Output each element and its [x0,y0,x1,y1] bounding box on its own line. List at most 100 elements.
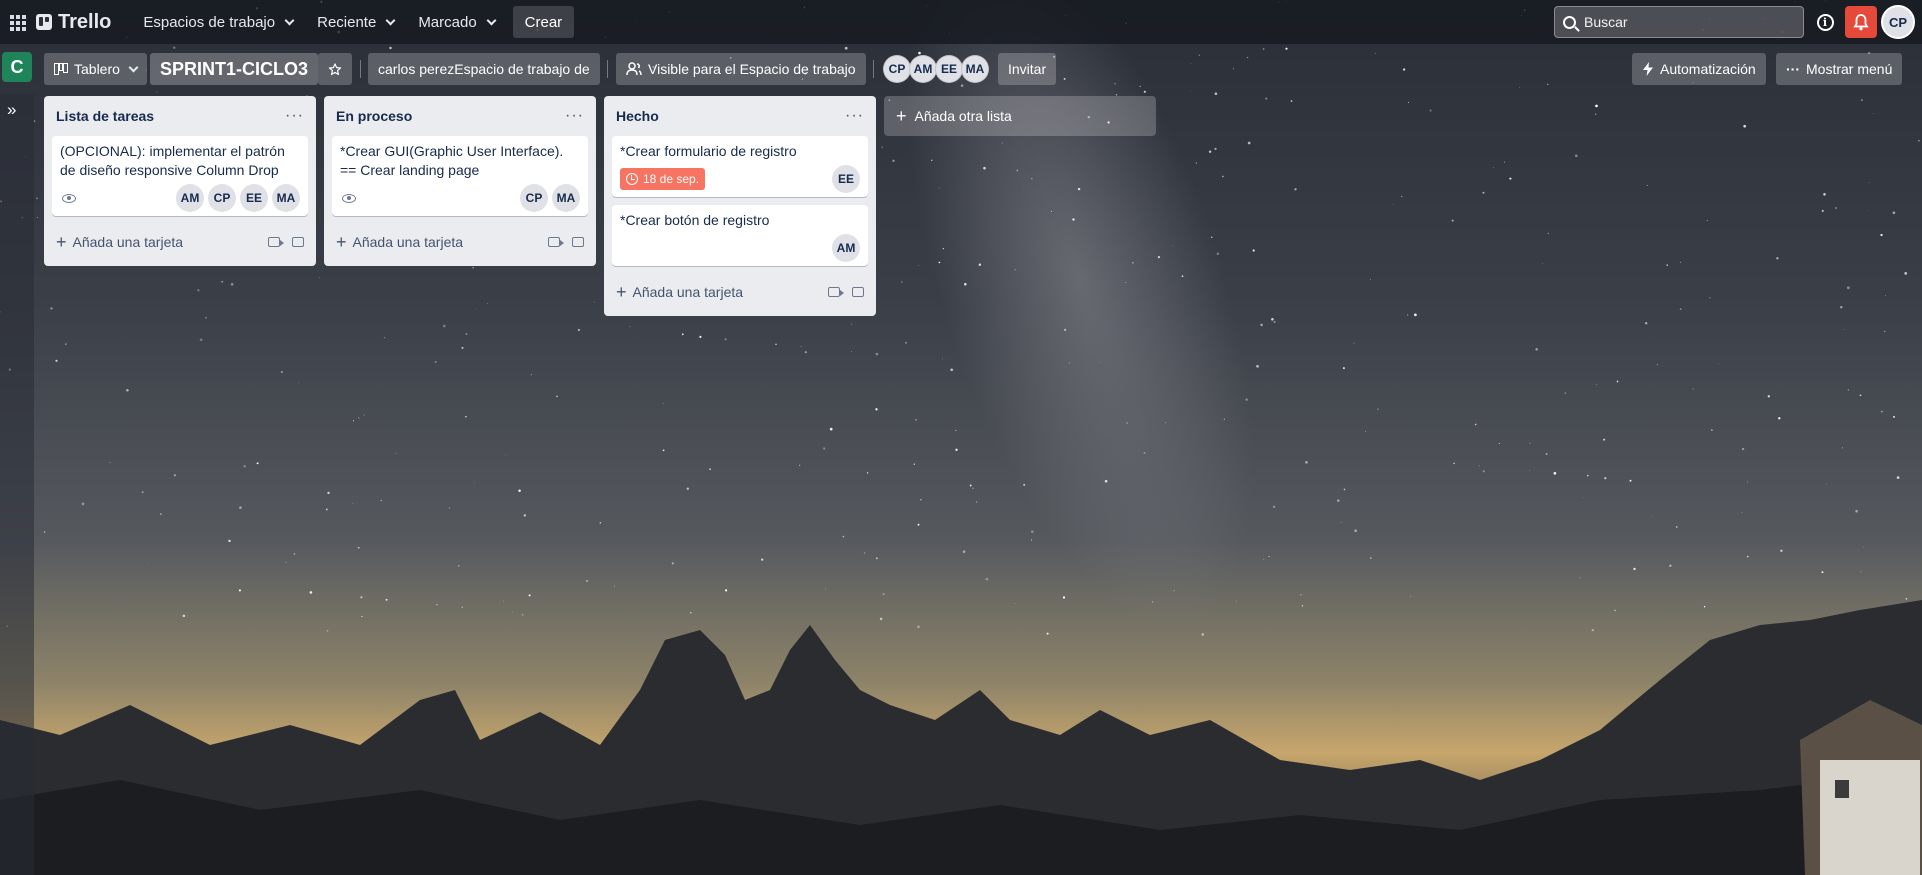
invite-button[interactable]: Invitar [998,53,1057,85]
add-card-row: + Añada una tarjeta [52,224,308,260]
board-view-label: Tablero [74,61,120,77]
card-template-icon[interactable] [852,287,864,297]
search-input[interactable] [1584,14,1784,30]
card-member-avatar[interactable]: MA [552,184,580,212]
clock-icon [626,173,638,185]
divider [360,60,361,78]
create-button[interactable]: Crear [512,6,575,38]
card-member-avatar[interactable]: CP [520,184,548,212]
video-record-icon[interactable] [828,287,844,297]
board-header: C Tablero SPRINT1-CICLO3 carlos perezEsp… [0,44,1922,94]
card-member-avatar[interactable]: CP [208,184,236,212]
plus-icon: + [56,231,67,252]
list-title[interactable]: Hecho [616,108,659,124]
board-view-icon [54,63,68,75]
board-view-switcher[interactable]: Tablero [44,53,147,85]
nav-workspaces-label: Espacios de trabajo [143,13,276,31]
card-title: (OPCIONAL): implementar el patrón de dis… [60,143,285,178]
card[interactable]: *Crear GUI(Graphic User Interface). == C… [332,136,588,216]
list-lista-de-tareas[interactable]: Lista de tareas ··· (OPCIONAL): implemen… [44,96,316,266]
info-icon: i [1816,13,1834,31]
nav-starred-label: Marcado [418,13,477,31]
add-card-button[interactable]: Añada una tarjeta [73,234,256,250]
logo-text: Trello [58,10,112,33]
card-member-avatar[interactable]: EE [832,165,860,193]
lightning-icon [1643,62,1653,76]
card[interactable]: *Crear botón de registro AM [612,205,868,266]
nav-starred-button[interactable]: Marcado [406,6,506,38]
due-date-label: 18 de sep. [643,172,700,186]
trello-logo[interactable]: Trello [36,11,111,34]
search-box[interactable] [1554,6,1804,38]
card-member-avatar[interactable]: AM [832,234,860,262]
expand-sidebar-icon[interactable]: » [7,100,16,120]
list-hecho[interactable]: Hecho ··· *Crear formulario de registro … [604,96,876,316]
chevron-down-icon [128,62,139,72]
people-icon [626,62,642,76]
card[interactable]: (OPCIONAL): implementar el patrón de dis… [52,136,308,216]
board-member-avatar[interactable]: MA [961,55,989,83]
card-member-avatar[interactable]: EE [240,184,268,212]
video-record-icon[interactable] [268,237,284,247]
board-member-avatar[interactable]: AM [909,55,937,83]
star-icon [328,62,342,75]
visibility-label: Visible para el Espacio de trabajo [648,61,856,77]
list-title[interactable]: Lista de tareas [56,108,154,124]
watching-eye-icon [342,193,356,203]
list-actions-icon[interactable]: ··· [285,107,304,125]
plus-icon: + [336,231,347,252]
information-button[interactable]: i [1812,9,1838,35]
card-template-icon[interactable] [292,237,304,247]
board-title[interactable]: SPRINT1-CICLO3 [150,53,319,85]
watching-eye-icon [62,193,76,203]
show-menu-button[interactable]: ··· Mostrar menú [1776,53,1903,85]
trello-board-icon [36,14,52,30]
star-board-button[interactable] [318,53,352,85]
card[interactable]: *Crear formulario de registro 18 de sep.… [612,136,868,197]
automation-label: Automatización [1660,61,1756,77]
user-avatar[interactable]: CP [1881,5,1915,39]
show-menu-label: Mostrar menú [1806,61,1893,77]
more-dots-icon: ··· [1786,61,1800,77]
board-member-avatar[interactable]: EE [935,55,963,83]
chevron-down-icon [385,15,396,25]
automation-button[interactable]: Automatización [1632,53,1766,85]
video-record-icon[interactable] [548,237,564,247]
bell-icon [1853,13,1869,30]
nav-recent-button[interactable]: Reciente [305,6,406,38]
divider [607,60,608,78]
list-title[interactable]: En proceso [336,108,412,124]
search-icon [1563,15,1576,29]
card-title: *Crear botón de registro [620,212,770,228]
card-title: *Crear formulario de registro [620,143,797,159]
card-title: *Crear GUI(Graphic User Interface). == C… [340,143,564,178]
plus-icon: + [616,281,627,302]
board-member-avatar[interactable]: CP [883,55,911,83]
card-member-avatar[interactable]: AM [176,184,204,212]
add-card-button[interactable]: Añada una tarjeta [353,234,536,250]
due-date-badge[interactable]: 18 de sep. [620,168,706,190]
divider [873,60,874,78]
app-switcher-icon[interactable] [6,11,28,33]
notifications-button[interactable] [1845,6,1877,38]
chevron-down-icon [486,15,497,25]
list-actions-icon[interactable]: ··· [845,107,864,125]
nav-workspaces-button[interactable]: Espacios de trabajo [131,6,305,38]
add-list-label: Añada otra lista [914,108,1012,124]
plus-icon: + [896,105,907,126]
top-navigation-bar: Trello Espacios de trabajo Reciente Marc… [0,0,1922,44]
visibility-button[interactable]: Visible para el Espacio de trabajo [616,53,866,85]
add-card-row: + Añada una tarjeta [332,224,588,260]
chevron-down-icon [284,15,295,25]
card-member-avatar[interactable]: MA [272,184,300,212]
list-actions-icon[interactable]: ··· [565,107,584,125]
add-list-button[interactable]: + Añada otra lista [884,96,1156,136]
list-en-proceso[interactable]: En proceso ··· *Crear GUI(Graphic User I… [324,96,596,266]
card-template-icon[interactable] [572,237,584,247]
add-card-button[interactable]: Añada una tarjeta [633,284,816,300]
nav-recent-label: Reciente [317,13,377,31]
collapsed-sidebar: » [0,94,34,875]
workspace-badge[interactable]: C [2,52,32,82]
workspace-button[interactable]: carlos perezEspacio de trabajo de [368,53,600,85]
add-card-row: + Añada una tarjeta [612,274,868,310]
